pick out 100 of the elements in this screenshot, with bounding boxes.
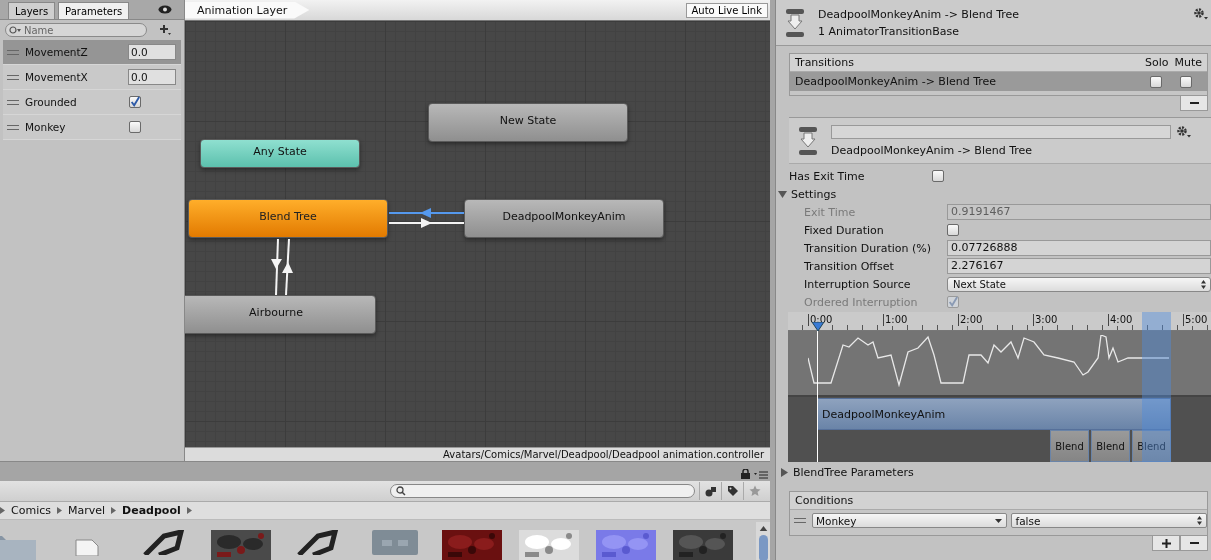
state-node[interactable]: Airbourne	[185, 295, 376, 334]
expand-arrow-icon[interactable]	[780, 467, 789, 477]
settings-icon[interactable]	[1177, 126, 1191, 138]
asset-path: Avatars/Comics/Marvel/Deadpool/Deadpool animation.controller	[443, 449, 764, 460]
blend-block[interactable]: Blend	[1050, 430, 1089, 462]
transition-name: DeadpoolMonkeyAnim -> Blend Tree	[795, 75, 998, 88]
panel-tab[interactable]: Layers	[8, 2, 56, 19]
scrollbar[interactable]	[756, 522, 770, 560]
search-field[interactable]: Name	[5, 23, 147, 37]
transition-row[interactable]: DeadpoolMonkeyAnim -> Blend Tree	[790, 72, 1207, 91]
updown-arrow-icon	[1197, 516, 1202, 525]
search-field[interactable]	[390, 484, 695, 498]
state-node[interactable]: Any State	[200, 139, 360, 168]
state-node[interactable]: New State	[428, 103, 628, 142]
panel-tab[interactable]: Parameters	[58, 2, 130, 19]
property-label: Ordered Interruption	[804, 295, 919, 309]
time-label: 2:00	[958, 314, 983, 326]
parameter-name: Monkey	[25, 121, 67, 133]
list-header: Conditions	[795, 494, 854, 507]
transition-icon	[799, 126, 817, 155]
state-node[interactable]: DeadpoolMonkeyAnim	[464, 199, 664, 238]
breadcrumb-arrow-icon	[186, 507, 192, 514]
folder-breadcrumb[interactable]: Marvel	[67, 504, 106, 517]
time-label: 5:00	[1183, 314, 1208, 326]
search-icon	[396, 486, 406, 496]
breadcrumb-arrow-icon	[111, 507, 117, 514]
property-label: Has Exit Time	[789, 169, 866, 183]
auto-live-link-button[interactable]: Auto Live Link	[685, 2, 768, 18]
shapes-icon	[704, 485, 717, 497]
updown-arrow-icon	[1201, 279, 1206, 289]
inspector-subtitle: 1 AnimatorTransitionBase	[818, 24, 961, 38]
star-icon	[748, 485, 761, 497]
number-field[interactable]: 2.276167	[947, 258, 1211, 274]
transition-arrow[interactable]	[282, 238, 293, 296]
property-label: Exit Time	[804, 205, 857, 219]
folder-breadcrumb[interactable]: Deadpool	[122, 504, 181, 517]
clip-bar[interactable]: DeadpoolMonkeyAnim	[817, 398, 1171, 430]
layer-breadcrumb[interactable]: Animation Layer	[185, 1, 310, 19]
value-field[interactable]: 0.0	[128, 69, 176, 85]
parameter-row[interactable]: MovementZ 0.0	[3, 40, 181, 65]
property-label: Transition Offset	[804, 259, 895, 273]
lock-icon[interactable]	[741, 469, 750, 479]
solo-checkbox[interactable]	[1150, 75, 1162, 88]
dropdown[interactable]: Next State	[947, 276, 1211, 292]
parameter-row[interactable]: MovementX 0.0	[3, 65, 181, 90]
mute-checkbox[interactable]	[1180, 75, 1192, 88]
column-header: Mute	[1174, 56, 1202, 69]
remove-button[interactable]	[1180, 96, 1208, 111]
menu-icon[interactable]	[754, 471, 768, 479]
parameter-name: Grounded	[25, 96, 78, 108]
minus-icon	[1189, 542, 1199, 544]
breadcrumb-arrow-icon	[0, 507, 5, 514]
state-node[interactable]: Blend Tree	[188, 199, 388, 238]
time-label: 3:00	[1033, 314, 1058, 326]
transition-icon	[786, 8, 804, 37]
blend-block[interactable]: Blend	[1091, 430, 1130, 462]
parameter-row[interactable]: Grounded	[3, 90, 181, 115]
add-button[interactable]	[1152, 536, 1180, 551]
parameter-row[interactable]: Monkey	[3, 115, 181, 140]
add-icon[interactable]	[160, 24, 172, 36]
checkbox[interactable]	[932, 170, 944, 182]
tag-icon	[726, 485, 739, 497]
drag-handle-icon[interactable]	[7, 124, 19, 130]
foldout-label[interactable]: BlendTree Parameters	[793, 465, 914, 479]
drag-handle-icon[interactable]	[7, 74, 19, 80]
name-field[interactable]	[831, 124, 1171, 139]
parameter-name: MovementZ	[25, 46, 89, 58]
property-label: Interruption Source	[804, 277, 912, 291]
inspector-title: DeadpoolMonkeyAnim -> Blend Tree	[818, 7, 1020, 21]
collapse-arrow-icon[interactable]	[778, 189, 787, 199]
remove-button[interactable]	[1180, 536, 1208, 551]
folder-breadcrumb[interactable]: Comics	[11, 504, 51, 517]
minus-icon	[1189, 102, 1199, 104]
property-label: Transition Duration (%)	[804, 241, 932, 255]
transition-caption: DeadpoolMonkeyAnim -> Blend Tree	[831, 143, 1034, 157]
breadcrumb-arrow-icon	[56, 507, 62, 514]
transition-arrow[interactable]	[271, 238, 282, 296]
drag-handle-icon[interactable]	[7, 99, 19, 105]
foldout-label[interactable]: Settings	[791, 187, 837, 201]
checkbox[interactable]	[129, 121, 141, 133]
settings-icon[interactable]	[1194, 8, 1208, 20]
time-label: 4:00	[1108, 314, 1133, 326]
drag-handle-icon[interactable]	[794, 518, 806, 523]
number-field[interactable]: 0.07726888	[947, 240, 1211, 256]
value-field[interactable]: 0.0	[128, 44, 176, 60]
property-label: Fixed Duration	[804, 223, 885, 237]
transition-arrow[interactable]	[388, 218, 465, 228]
caret-icon	[995, 518, 1003, 523]
eye-icon[interactable]	[158, 5, 172, 14]
column-header: Solo	[1144, 56, 1169, 69]
drag-handle-icon[interactable]	[7, 49, 19, 55]
list-header: Transitions	[795, 56, 854, 69]
parameter-name: MovementX	[25, 71, 89, 83]
search-icon	[9, 26, 23, 35]
checkbox[interactable]	[947, 224, 959, 236]
scroll-up-arrow-icon[interactable]	[758, 526, 768, 532]
checkbox[interactable]	[129, 96, 141, 108]
parameter-dropdown[interactable]: Monkey	[811, 513, 1008, 528]
value-dropdown[interactable]: false	[1011, 513, 1207, 528]
plus-icon	[1161, 538, 1171, 548]
